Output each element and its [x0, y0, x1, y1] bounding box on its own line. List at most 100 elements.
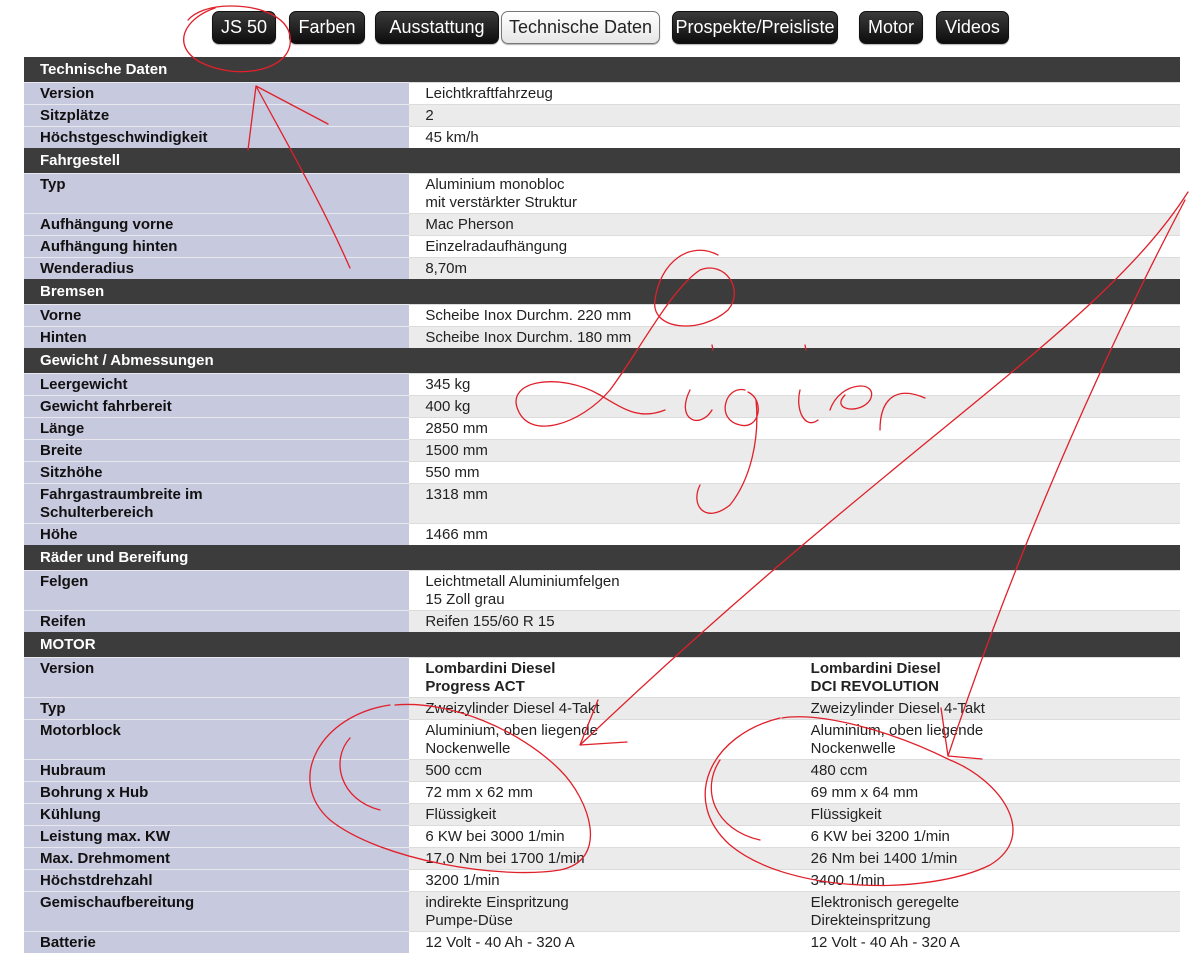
- spec-value-progress-act: indirekte Einspritzung Pumpe-Düse: [409, 892, 794, 932]
- spec-label: Max. Drehmoment: [24, 848, 409, 870]
- spec-value-progress-act: 500 ccm: [409, 760, 794, 782]
- spec-row: Sitzhöhe550 mm: [24, 462, 1180, 484]
- spec-value: Aluminium monobloc mit verstärkter Struk…: [409, 174, 1180, 214]
- spec-value: 400 kg: [409, 396, 1180, 418]
- spec-row: Gewicht fahrbereit400 kg: [24, 396, 1180, 418]
- spec-value: Mac Pherson: [409, 214, 1180, 236]
- spec-row: Länge2850 mm: [24, 418, 1180, 440]
- spec-row: TypAluminium monobloc mit verstärkter St…: [24, 174, 1180, 214]
- spec-row: Gemischaufbereitungindirekte Einspritzun…: [24, 892, 1180, 932]
- spec-value-dci-revolution: Flüssigkeit: [795, 804, 1180, 826]
- spec-value: Scheibe Inox Durchm. 220 mm: [409, 305, 1180, 327]
- section-header: Räder und Bereifung: [24, 545, 1180, 571]
- spec-label: Sitzhöhe: [24, 462, 409, 484]
- spec-row: Leistung max. KW6 KW bei 3000 1/min6 KW …: [24, 826, 1180, 848]
- section-header: Fahrgestell: [24, 148, 1180, 174]
- tab-prospekte[interactable]: Prospekte/Preisliste: [672, 11, 838, 44]
- spec-label: Gewicht fahrbereit: [24, 396, 409, 418]
- spec-label: Aufhängung vorne: [24, 214, 409, 236]
- section-header: Technische Daten: [24, 57, 1180, 83]
- spec-value: Scheibe Inox Durchm. 180 mm: [409, 327, 1180, 349]
- spec-row: TypZweizylinder Diesel 4-TaktZweizylinde…: [24, 698, 1180, 720]
- spec-row: KühlungFlüssigkeitFlüssigkeit: [24, 804, 1180, 826]
- spec-row: VersionLombardini Diesel Progress ACTLom…: [24, 658, 1180, 698]
- section-header: MOTOR: [24, 632, 1180, 658]
- spec-label: Wenderadius: [24, 258, 409, 280]
- spec-label: Bohrung x Hub: [24, 782, 409, 804]
- tab-ausstattung[interactable]: Ausstattung: [375, 11, 499, 44]
- spec-value-progress-act: 3200 1/min: [409, 870, 794, 892]
- spec-row: Motorblock Aluminium, oben liegende Nocke…: [24, 720, 1180, 760]
- spec-row: Max. Drehmoment17,0 Nm bei 1700 1/min26 …: [24, 848, 1180, 870]
- section-title: MOTOR: [24, 632, 1180, 658]
- spec-row: Hubraum500 ccm480 ccm: [24, 760, 1180, 782]
- spec-label: Höchstdrehzahl: [24, 870, 409, 892]
- spec-value-progress-act: 17,0 Nm bei 1700 1/min: [409, 848, 794, 870]
- spec-value-progress-act: Flüssigkeit: [409, 804, 794, 826]
- spec-label: Länge: [24, 418, 409, 440]
- tab-farben[interactable]: Farben: [289, 11, 365, 44]
- spec-label: Batterie: [24, 932, 409, 953]
- spec-label: Leergewicht: [24, 374, 409, 396]
- spec-label: Höhe: [24, 524, 409, 546]
- spec-value-dci-revolution: 3400 1/min: [795, 870, 1180, 892]
- spec-value-progress-act: Lombardini Diesel Progress ACT: [409, 658, 794, 698]
- spec-value-dci-revolution: Aluminium, oben liegende Nockenwelle: [795, 720, 1180, 760]
- spec-row: HintenScheibe Inox Durchm. 180 mm: [24, 327, 1180, 349]
- spec-label: Kühlung: [24, 804, 409, 826]
- section-title: Bremsen: [24, 279, 1180, 305]
- spec-value-dci-revolution: Lombardini Diesel DCI REVOLUTION: [795, 658, 1180, 698]
- spec-value-progress-act: 72 mm x 62 mm: [409, 782, 794, 804]
- spec-value: Einzelradaufhängung: [409, 236, 1180, 258]
- spec-label: Leistung max. KW: [24, 826, 409, 848]
- spec-label: Typ: [24, 174, 409, 214]
- spec-label: Version: [24, 658, 409, 698]
- spec-value-dci-revolution: 480 ccm: [795, 760, 1180, 782]
- spec-value: 1466 mm: [409, 524, 1180, 546]
- spec-label: Gemischaufbereitung: [24, 892, 409, 932]
- spec-row: Aufhängung hintenEinzelradaufhängung: [24, 236, 1180, 258]
- tab-js50[interactable]: JS 50: [212, 11, 276, 44]
- spec-label: Sitzplätze: [24, 105, 409, 127]
- spec-label: Breite: [24, 440, 409, 462]
- tab-videos[interactable]: Videos: [936, 11, 1009, 44]
- spec-value-progress-act: 6 KW bei 3000 1/min: [409, 826, 794, 848]
- spec-row: VersionLeichtkraftfahrzeug: [24, 83, 1180, 105]
- spec-label: Aufhängung hinten: [24, 236, 409, 258]
- section-header: Bremsen: [24, 279, 1180, 305]
- tab-technische-daten[interactable]: Technische Daten: [501, 11, 660, 44]
- spec-label: Hinten: [24, 327, 409, 349]
- spec-value-dci-revolution: 12 Volt - 40 Ah - 320 A: [795, 932, 1180, 953]
- spec-value-dci-revolution: Zweizylinder Diesel 4-Takt: [795, 698, 1180, 720]
- tab-motor[interactable]: Motor: [859, 11, 923, 44]
- spec-label: Reifen: [24, 611, 409, 633]
- section-title: Räder und Bereifung: [24, 545, 1180, 571]
- spec-row: Bohrung x Hub72 mm x 62 mm69 mm x 64 mm: [24, 782, 1180, 804]
- spec-label: Version: [24, 83, 409, 105]
- spec-value-dci-revolution: 6 KW bei 3200 1/min: [795, 826, 1180, 848]
- spec-value: 550 mm: [409, 462, 1180, 484]
- spec-row: Wenderadius8,70m: [24, 258, 1180, 280]
- spec-row: Höchstgeschwindigkeit45 km/h: [24, 127, 1180, 149]
- spec-row: Sitzplätze2: [24, 105, 1180, 127]
- spec-label: Höchstgeschwindigkeit: [24, 127, 409, 149]
- section-title: Gewicht / Abmessungen: [24, 348, 1180, 374]
- spec-value-dci-revolution: 26 Nm bei 1400 1/min: [795, 848, 1180, 870]
- spec-value-progress-act: Zweizylinder Diesel 4-Takt: [409, 698, 794, 720]
- spec-row: Breite1500 mm: [24, 440, 1180, 462]
- spec-value: 1500 mm: [409, 440, 1180, 462]
- spec-row: Aufhängung vorneMac Pherson: [24, 214, 1180, 236]
- spec-value-dci-revolution: Elektronisch geregelte Direkteinspritzun…: [795, 892, 1180, 932]
- spec-row: Höhe1466 mm: [24, 524, 1180, 546]
- spec-label: Motorblock: [24, 720, 409, 760]
- spec-value-dci-revolution: 69 mm x 64 mm: [795, 782, 1180, 804]
- spec-row: FelgenLeichtmetall Aluminiumfelgen 15 Zo…: [24, 571, 1180, 611]
- spec-label: Vorne: [24, 305, 409, 327]
- spec-value: Leichtmetall Aluminiumfelgen 15 Zoll gra…: [409, 571, 1180, 611]
- spec-label: Felgen: [24, 571, 409, 611]
- spec-row: Fahrgastraumbreite im Schulterbereich131…: [24, 484, 1180, 524]
- spec-row: Höchstdrehzahl3200 1/min3400 1/min: [24, 870, 1180, 892]
- spec-value: 2: [409, 105, 1180, 127]
- spec-table: Technische DatenVersionLeichtkraftfahrze…: [24, 57, 1180, 953]
- spec-value: 345 kg: [409, 374, 1180, 396]
